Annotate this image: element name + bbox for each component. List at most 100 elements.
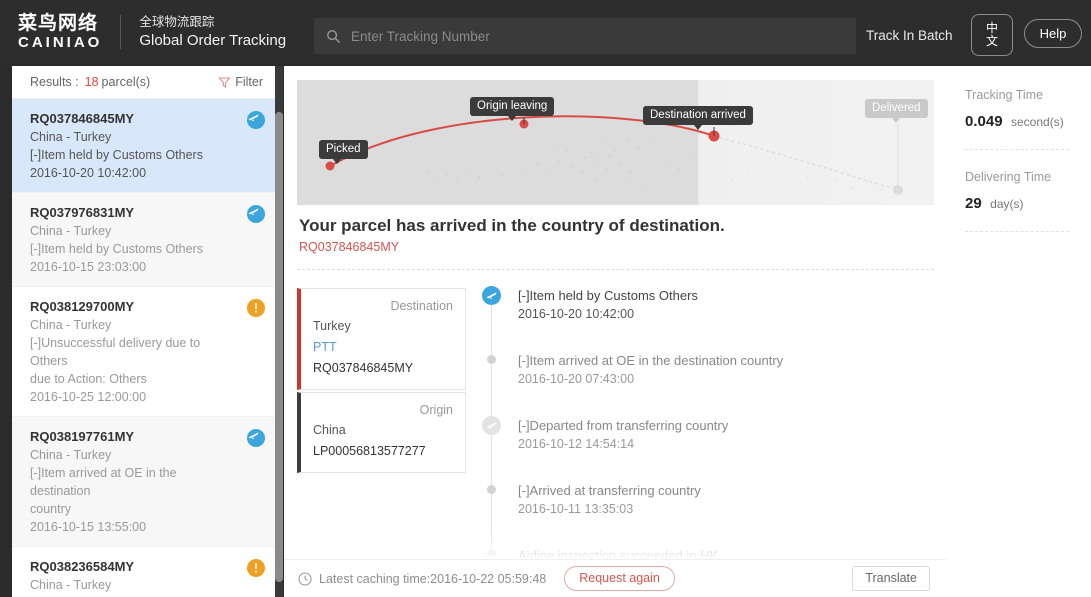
parcel-tracking-number: RQ037846845MY — [30, 111, 135, 126]
brand-logo[interactable]: 菜鸟网络 CAINIAO 全球物流跟踪 Global Order Trackin… — [0, 13, 286, 51]
search-input[interactable] — [351, 28, 831, 44]
parcel-time: 2016-10-25 12:00:00 — [30, 390, 147, 404]
language-toggle-button[interactable]: 中 文 — [971, 14, 1013, 56]
funnel-icon — [218, 76, 231, 88]
translate-button[interactable]: Translate — [852, 566, 930, 591]
sidebar-scrollbar[interactable] — [275, 66, 283, 597]
app-header: 菜鸟网络 CAINIAO 全球物流跟踪 Global Order Trackin… — [0, 0, 1091, 63]
parcel-status: [-]Unsuccessful delivery due to Others — [30, 336, 201, 368]
parcel-route: China - Turkey — [30, 318, 112, 332]
logo-divider — [120, 14, 122, 49]
timeline-event-text: [-]Item arrived at OE in the destination… — [518, 353, 784, 368]
tracking-time-row: 0.049 second(s) — [965, 113, 1091, 131]
parcel-tracking-number: RQ038129700MY — [30, 299, 135, 314]
parcel-list: RQ037846845MY China - Turkey [-]Item held … — [12, 99, 275, 597]
map-node-origin-leaving: Origin leaving — [470, 97, 555, 121]
dot-icon — [487, 485, 496, 494]
lang-char-2: 文 — [985, 34, 998, 48]
timeline-event: [-]Arrived at transferring country 2016-1… — [482, 481, 934, 519]
map-node-destination-arrived: Destination arrived — [643, 106, 753, 130]
parcel-status: [-]Item held by Customs Others — [30, 242, 203, 256]
track-in-batch-link[interactable]: Track In Batch — [866, 28, 953, 43]
delivering-time-row: 29 day(s) — [965, 195, 1091, 213]
timeline-event-time: 2016-10-20 07:43:00 — [518, 372, 635, 386]
dot-icon — [487, 550, 496, 559]
destination-label: Destination — [390, 299, 453, 313]
origin-country: China — [313, 423, 346, 437]
timeline-event: [-]Item arrived at OE in the destination… — [482, 351, 934, 389]
plane-icon — [247, 429, 265, 447]
destination-country: Turkey — [313, 319, 351, 333]
search-icon — [327, 29, 341, 43]
filter-button[interactable]: Filter — [218, 75, 263, 89]
filter-label: Filter — [235, 75, 263, 89]
parcel-list-item[interactable]: RQ038236584MYChina - Turkey[-]Unsuccessf… — [12, 547, 275, 597]
timeline-event: [-]Departed from transferring country 201… — [482, 416, 934, 454]
logo-chinese-text: 菜鸟网络 — [18, 12, 99, 34]
parcel-status: [-]Item arrived at OE in the destination — [30, 466, 177, 498]
delivering-time-value: 29 — [965, 195, 982, 212]
parcel-status-cont: country — [30, 502, 71, 516]
sidebar-scrollbar-thumb[interactable] — [275, 112, 283, 582]
subtitle-english: Global Order Tracking — [139, 31, 287, 49]
results-unit: parcel(s) — [101, 75, 151, 89]
parcel-time: 2016-10-15 13:55:00 — [30, 520, 147, 534]
plane-icon — [247, 205, 265, 223]
timeline-event-time: 2016-10-12 14:54:14 — [518, 437, 635, 451]
parcel-route: China - Turkey — [30, 578, 112, 592]
timeline-event-text: [-]Arrived at transferring country — [518, 483, 701, 498]
warning-icon — [247, 559, 265, 577]
map-node-delivered: Delivered — [865, 99, 928, 123]
results-bar: Results : 18 parcel(s) Filter — [12, 66, 275, 99]
bottom-action-bar: Latest caching time:2016-10-22 05:59:48 … — [284, 559, 947, 597]
search-bar[interactable] — [314, 18, 856, 54]
tracking-time-unit: second(s) — [1011, 115, 1064, 129]
timeline-event-text: [-]Departed from transferring country — [518, 418, 729, 433]
plane-icon — [247, 111, 265, 129]
tracking-time-value: 0.049 — [965, 113, 1003, 130]
parcel-list-item[interactable]: RQ038129700MY China - Turkey [-]Unsuccessf… — [12, 287, 275, 417]
origin-card: Origin China LP00056813577277 — [297, 392, 466, 473]
parcel-list-item[interactable]: RQ038197761MY China - Turkey [-]Item arriv… — [12, 417, 275, 547]
parcel-list-item[interactable]: RQ037976831MY China - Turkey [-]Item held … — [12, 193, 275, 287]
parcel-time: 2016-10-20 10:42:00 — [30, 166, 147, 180]
subtitle-chinese: 全球物流跟踪 — [139, 14, 215, 29]
status-headline: Your parcel has arrived in the country o… — [299, 216, 725, 235]
destination-tracking-number: RQ037846845MY — [313, 361, 414, 375]
timeline-event-text: [-]Item held by Customs Others — [518, 288, 698, 303]
parcel-tracking-number: RQ038197761MY — [30, 429, 135, 444]
parcel-status: [-]Item held by Customs Others — [30, 148, 203, 162]
timeline-event: [-]Item held by Customs Others 2016-10-20… — [482, 286, 934, 324]
origin-tracking-number: LP00056813577277 — [313, 444, 426, 458]
info-sidebar: Tracking Time 0.049 second(s) Delivering… — [947, 66, 1091, 597]
info-divider-1 — [965, 149, 1069, 150]
timeline-event-time: 2016-10-11 13:35:03 — [518, 502, 634, 516]
clock-icon — [298, 571, 312, 586]
delivering-time-unit: day(s) — [990, 197, 1024, 211]
help-button[interactable]: Help — [1024, 19, 1082, 48]
route-map-banner: Picked Origin leaving Destination arrive… — [297, 80, 934, 205]
parcel-route: China - Turkey — [30, 224, 112, 238]
info-divider-2 — [965, 231, 1069, 232]
tracking-time-label: Tracking Time — [965, 88, 1044, 102]
destination-carrier-link[interactable]: PTT — [313, 337, 453, 358]
section-divider — [297, 269, 934, 270]
main-panel: Picked Origin leaving Destination arrive… — [284, 66, 947, 597]
plane-circle-icon — [482, 416, 501, 435]
warning-icon — [247, 299, 265, 317]
parcel-tracking-number: RQ037976831MY — [30, 205, 135, 220]
results-label: Results : — [30, 75, 79, 89]
dot-icon — [487, 355, 496, 364]
parcel-status-cont: due to Action: Others — [30, 372, 147, 386]
logo-english-text: CAINIAO — [18, 33, 103, 51]
parcel-route: China - Turkey — [30, 448, 112, 462]
cache-time-text: Latest caching time:2016-10-22 05:59:48 — [319, 571, 547, 586]
destination-card: Destination Turkey PTT RQ037846845MY — [297, 288, 466, 390]
origin-label: Origin — [419, 403, 453, 417]
route-path — [325, 115, 903, 195]
results-count: 18 — [84, 75, 99, 89]
request-again-button[interactable]: Request again — [564, 566, 675, 591]
plane-icon — [482, 286, 501, 305]
parcel-route: China - Turkey — [30, 130, 112, 144]
parcel-list-item[interactable]: RQ037846845MY China - Turkey [-]Item held … — [12, 99, 275, 193]
